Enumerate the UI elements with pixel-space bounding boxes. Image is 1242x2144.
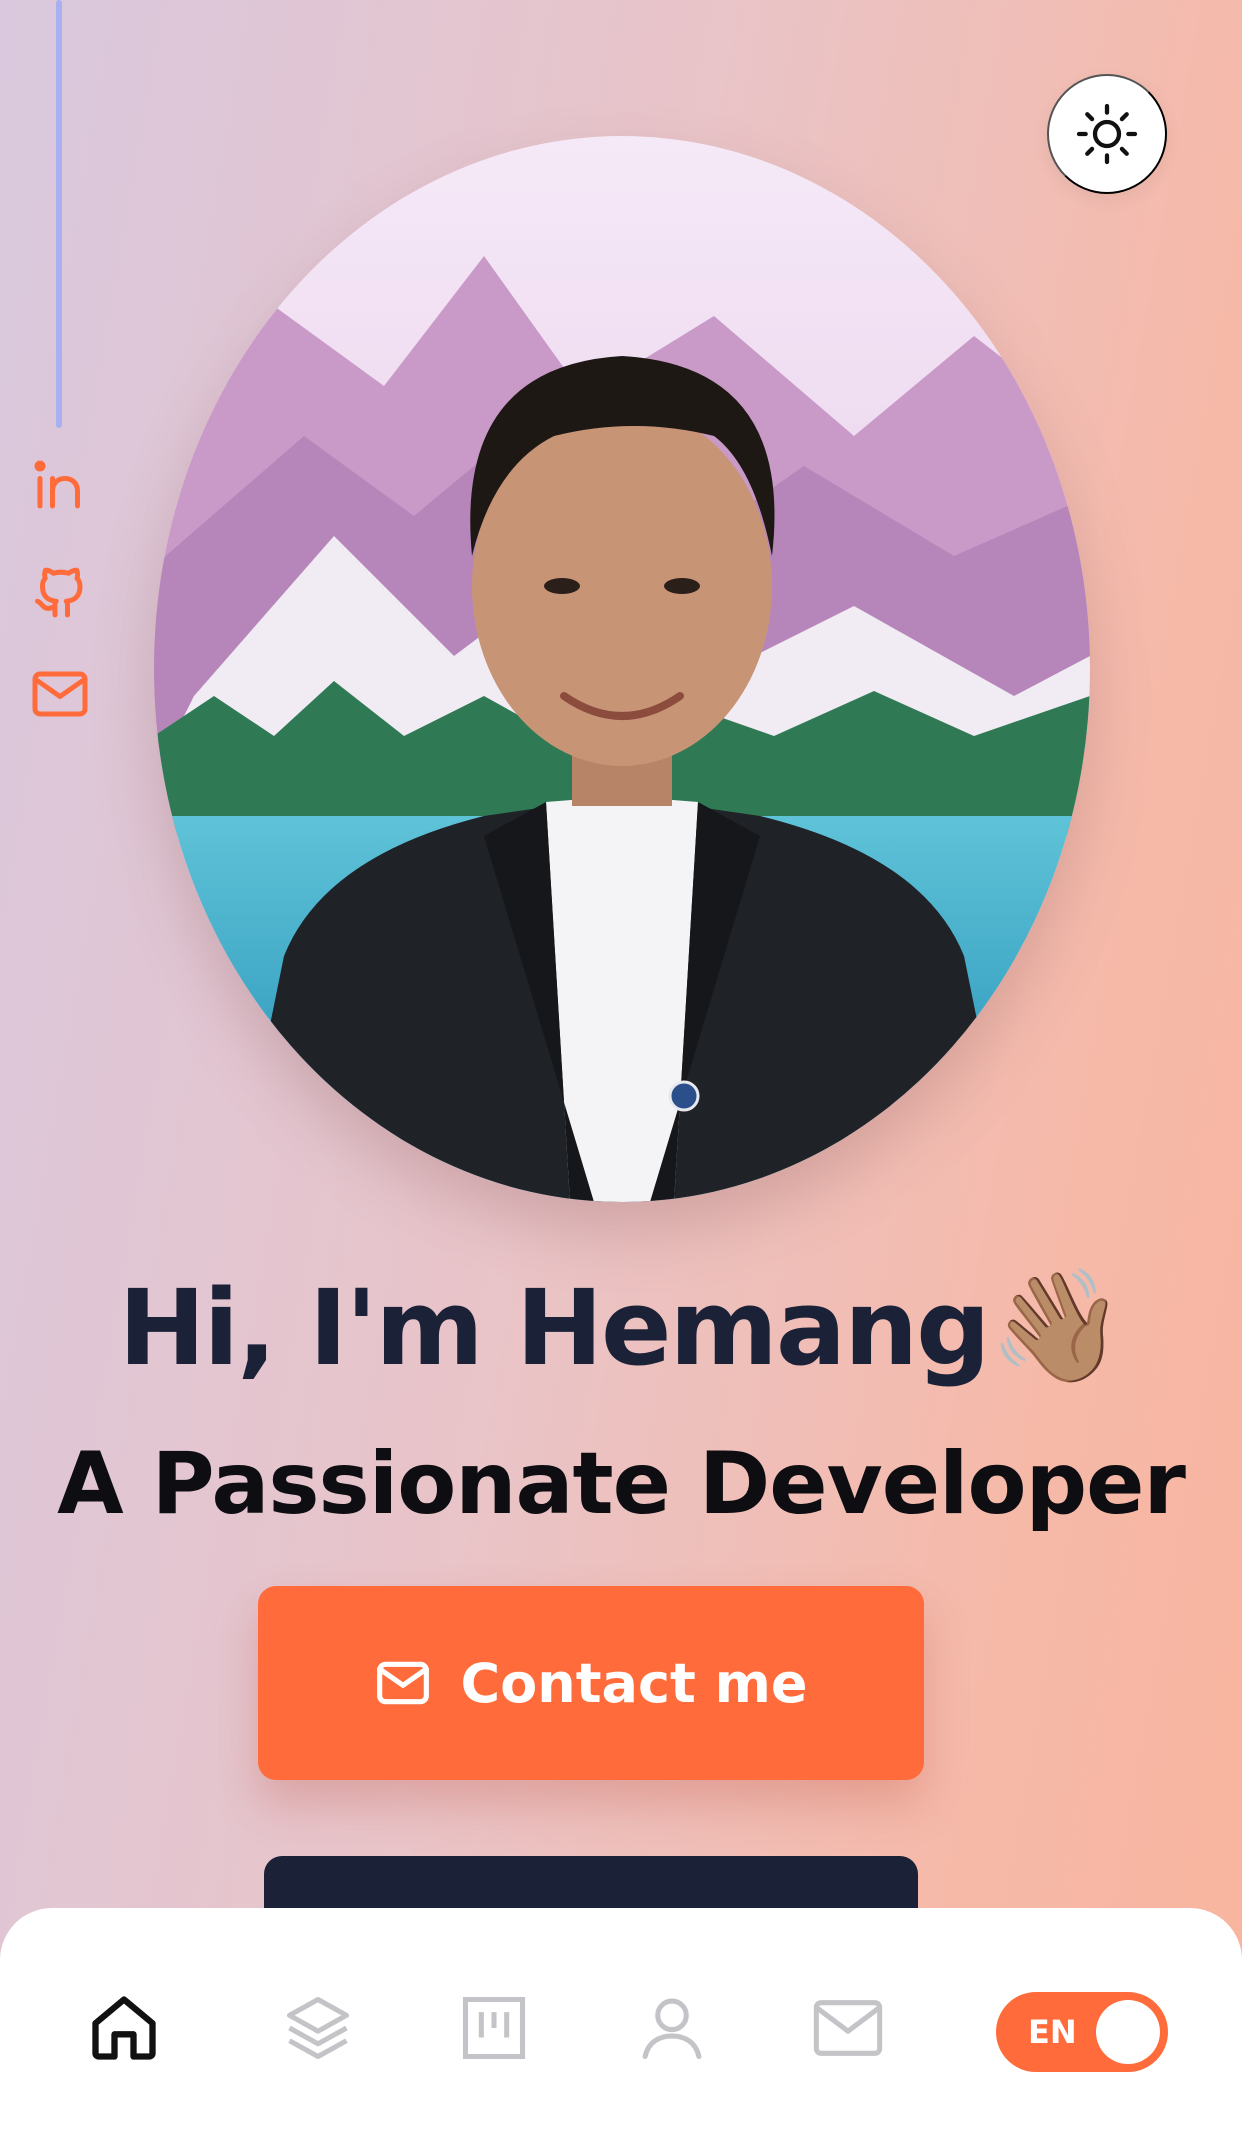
nav-skills[interactable] <box>278 1988 358 2068</box>
language-label: EN <box>1028 2013 1077 2051</box>
home-icon <box>92 1996 156 2060</box>
contact-me-button[interactable]: Contact me <box>258 1586 924 1780</box>
linkedin-icon <box>34 460 80 509</box>
side-accent-line <box>56 0 62 428</box>
bottom-navigation: EN <box>0 1908 1242 2144</box>
nav-home[interactable] <box>84 1988 164 2068</box>
projects-icon <box>462 1996 526 2060</box>
nav-about[interactable] <box>632 1988 712 2068</box>
nav-contact[interactable] <box>808 1988 888 2068</box>
mail-icon <box>813 2000 883 2056</box>
github-link[interactable] <box>30 560 90 620</box>
user-icon <box>642 1998 702 2060</box>
contact-me-label: Contact me <box>460 1651 808 1715</box>
layers-icon <box>286 1996 350 2060</box>
waving-hand-icon: 👋🏽 <box>988 1262 1126 1390</box>
social-links <box>30 456 90 768</box>
language-toggle-knob <box>1096 2000 1160 2064</box>
theme-toggle-button[interactable] <box>1047 74 1167 194</box>
greeting-text: Hi, I'm Hemang <box>118 1267 990 1389</box>
mail-icon <box>32 671 88 717</box>
github-icon <box>35 567 83 618</box>
profile-photo <box>154 136 1090 1202</box>
hero-greeting: Hi, I'm Hemang👋🏽 <box>0 1262 1242 1391</box>
linkedin-link[interactable] <box>30 456 90 516</box>
sun-icon <box>1076 103 1138 165</box>
language-toggle[interactable]: EN <box>996 1992 1168 2072</box>
hero-subtitle: A Passionate Developer <box>57 1434 1186 1534</box>
mail-icon <box>376 1661 429 1705</box>
email-link[interactable] <box>30 664 90 724</box>
nav-projects[interactable] <box>454 1988 534 2068</box>
